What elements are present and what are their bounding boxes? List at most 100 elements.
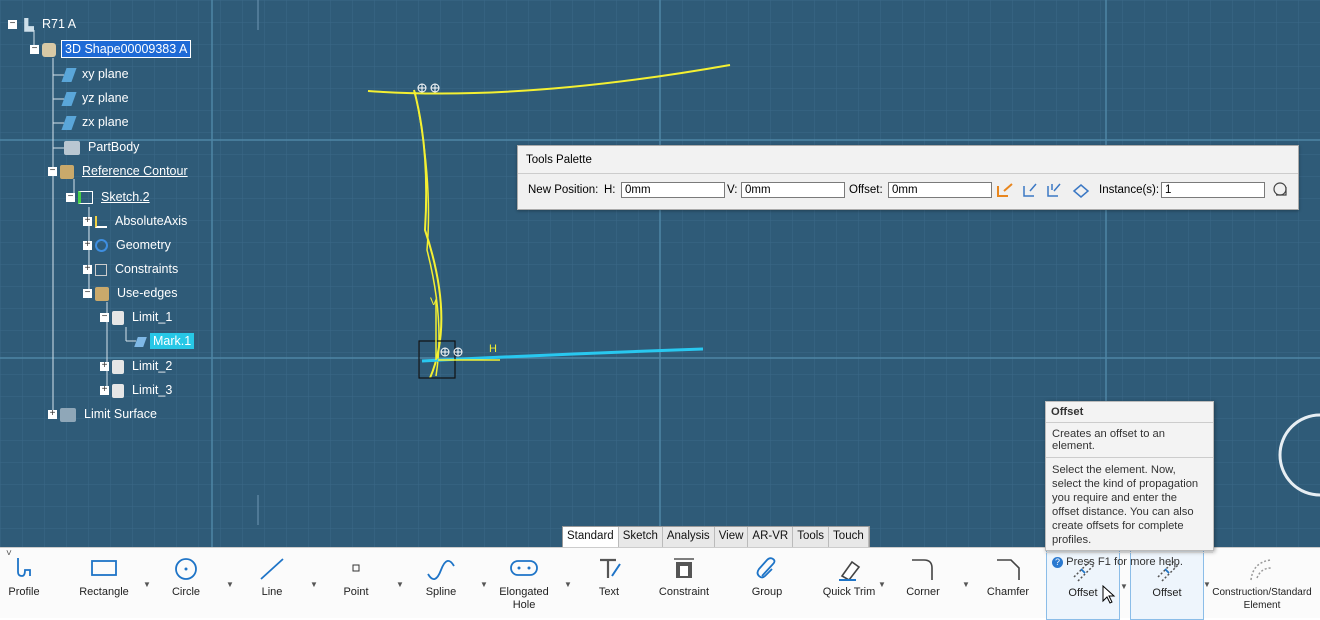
profile-button[interactable]: Profile	[0, 548, 48, 618]
tree-node-root[interactable]: − R71 A	[8, 13, 79, 35]
v-label: V:	[727, 184, 738, 196]
text-button[interactable]: Text	[584, 548, 634, 618]
part-icon	[42, 42, 56, 57]
circle-button[interactable]: Circle	[160, 548, 212, 618]
limit-icon	[112, 310, 124, 325]
construction-standard-element-button[interactable]: Construction/Standard Element	[1210, 548, 1314, 618]
collapse-icon[interactable]: −	[66, 192, 75, 203]
workbench-tabs: Standard Sketch Analysis View AR-VR Tool…	[562, 526, 870, 547]
tab-tools[interactable]: Tools	[793, 527, 830, 547]
axis-h-label: H	[489, 343, 497, 355]
tree-node-limit-3[interactable]: + Limit_3	[100, 379, 175, 401]
tree-node-mark-1[interactable]: Mark.1	[134, 330, 195, 352]
geometrical-set-icon	[60, 164, 74, 179]
corner-button[interactable]: Corner	[894, 548, 952, 618]
elongated-hole-dropdown-icon[interactable]: ▼	[564, 580, 572, 589]
point-icon	[352, 564, 360, 572]
expand-icon[interactable]: +	[83, 240, 92, 251]
chamfer-button[interactable]: Chamfer	[980, 548, 1036, 618]
collapse-icon[interactable]: −	[100, 312, 109, 323]
limit-icon	[112, 359, 124, 374]
tooltip-short-description: Creates an offset to an element.	[1046, 423, 1213, 458]
instances-label: Instance(s):	[1099, 184, 1160, 196]
plane-icon	[61, 67, 77, 82]
expand-icon[interactable]: +	[100, 361, 109, 372]
tree-node-sketch[interactable]: − Sketch.2	[66, 186, 153, 208]
chamfer-icon	[997, 559, 1020, 580]
axis-v-label: V	[430, 296, 438, 308]
expand-icon[interactable]: +	[83, 264, 92, 275]
tab-touch[interactable]: Touch	[829, 527, 869, 547]
use-edges-icon	[95, 286, 109, 301]
tree-node-limit-1[interactable]: − Limit_1	[100, 306, 175, 328]
quick-trim-button[interactable]: Quick Trim	[820, 548, 878, 618]
mark-icon	[134, 336, 147, 347]
construction-element-icon	[1250, 559, 1272, 581]
tree-node-reference-contour[interactable]: − Reference Contour	[48, 160, 191, 182]
sketch-icon	[78, 191, 93, 205]
collapse-icon[interactable]: −	[48, 166, 57, 177]
tab-sketch[interactable]: Sketch	[619, 527, 663, 547]
rectangle-button[interactable]: Rectangle	[72, 548, 136, 618]
offset-dropdown-icon[interactable]: ▼	[1120, 582, 1128, 591]
collapse-icon[interactable]: −	[83, 288, 92, 299]
tree-node-zx-plane[interactable]: zx plane	[61, 111, 132, 133]
tooltip-long-description: Select the element. Now, select the kind…	[1046, 458, 1213, 553]
tab-view[interactable]: View	[715, 527, 749, 547]
instances-input[interactable]	[1161, 182, 1265, 198]
quick-trim-dropdown-icon[interactable]: ▼	[878, 580, 886, 589]
tree-node-partbody[interactable]: PartBody	[64, 136, 142, 158]
point-dropdown-icon[interactable]: ▼	[396, 580, 404, 589]
circle-dropdown-icon[interactable]: ▼	[226, 580, 234, 589]
axis-icon	[95, 215, 107, 228]
elongated-hole-icon	[510, 560, 538, 576]
spline-button[interactable]: Spline	[413, 548, 469, 618]
symmetry-icon[interactable]	[1272, 181, 1292, 199]
expand-icon[interactable]: +	[48, 409, 57, 420]
v-input[interactable]	[741, 182, 845, 198]
tree-node-geometry[interactable]: + Geometry	[83, 234, 174, 256]
tree-node-constraints[interactable]: + Constraints	[83, 258, 181, 280]
elongated-hole-button[interactable]: Elongated Hole	[492, 548, 556, 618]
tree-node-shape[interactable]: −3D Shape00009383 A	[30, 38, 192, 60]
corner-dropdown-icon[interactable]: ▼	[962, 580, 970, 589]
tree-node-limit-2[interactable]: + Limit_2	[100, 355, 175, 377]
specification-tree: − R71 A −3D Shape00009383 A xy plane yz p…	[0, 0, 300, 440]
line-dropdown-icon[interactable]: ▼	[310, 580, 318, 589]
plane-icon	[61, 91, 77, 106]
paperclip-icon	[756, 557, 776, 579]
collapse-icon[interactable]: −	[30, 44, 39, 55]
tab-standard[interactable]: Standard	[563, 527, 619, 547]
surface-icon	[60, 407, 76, 422]
constraint-icon	[674, 558, 694, 578]
expand-icon[interactable]: +	[83, 216, 92, 227]
rectangle-icon	[91, 560, 117, 576]
eraser-icon	[839, 560, 861, 582]
propagation-icons[interactable]	[996, 182, 1096, 200]
tab-analysis[interactable]: Analysis	[663, 527, 715, 547]
h-input[interactable]	[621, 182, 725, 198]
point-button[interactable]: Point	[330, 548, 382, 618]
tree-node-limit-surface[interactable]: + Limit Surface	[48, 403, 160, 425]
line-button[interactable]: Line	[244, 548, 300, 618]
expand-icon[interactable]: +	[100, 385, 109, 396]
tree-node-absolute-axis[interactable]: + AbsoluteAxis	[83, 210, 190, 232]
group-button[interactable]: Group	[742, 548, 792, 618]
offset-tooltip: Offset Creates an offset to an element. …	[1045, 401, 1214, 568]
offset-input[interactable]	[888, 182, 992, 198]
constraints-icon	[95, 263, 107, 276]
tree-node-use-edges[interactable]: − Use-edges	[83, 282, 180, 304]
partbody-icon	[64, 140, 80, 155]
tab-ar-vr[interactable]: AR-VR	[748, 527, 794, 547]
circle-icon	[175, 558, 197, 580]
rectangle-dropdown-icon[interactable]: ▼	[143, 580, 151, 589]
help-icon: ?	[1052, 556, 1063, 568]
tree-node-yz-plane[interactable]: yz plane	[61, 87, 132, 109]
palette-row: New Position: H: V: Offset: Instance(s):	[518, 173, 1298, 208]
constraint-button[interactable]: Constraint	[648, 548, 720, 618]
collapse-icon[interactable]: −	[8, 19, 17, 30]
limit-icon	[112, 383, 124, 398]
tree-node-xy-plane[interactable]: xy plane	[61, 63, 132, 85]
spline-dropdown-icon[interactable]: ▼	[480, 580, 488, 589]
h-label: H:	[604, 184, 616, 196]
